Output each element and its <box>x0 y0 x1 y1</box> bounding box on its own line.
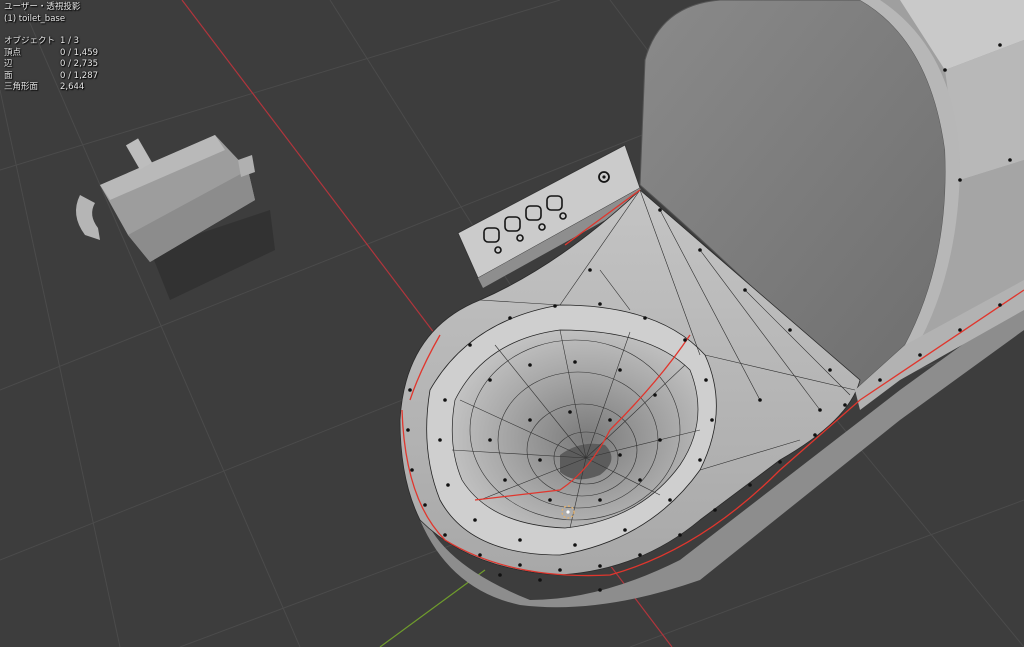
stat-value: 0 / 1,287 <box>60 70 99 81</box>
scene-canvas[interactable] <box>0 0 1024 647</box>
viewport-info-overlay: ユーザー・透視投影 (1) toilet_base オブジェクト 1 / 3 頂… <box>4 2 98 94</box>
3d-viewport[interactable]: ユーザー・透視投影 (1) toilet_base オブジェクト 1 / 3 頂… <box>0 0 1024 647</box>
paper-holder-object[interactable] <box>76 135 275 300</box>
stat-value: 0 / 1,459 <box>60 47 99 58</box>
stat-row-triangles: 三角形面 2,644 <box>4 82 98 94</box>
view-mode-label: ユーザー・透視投影 <box>4 2 81 12</box>
stat-value: 1 / 3 <box>60 36 80 46</box>
active-object-label: (1) toilet_base <box>4 13 66 24</box>
stat-label: 頂点 <box>4 47 22 58</box>
stat-row-objects: オブジェクト 1 / 3 <box>4 36 98 48</box>
stat-value: 0 / 2,735 <box>60 59 99 69</box>
stat-row-faces: 面 0 / 1,287 <box>4 71 98 83</box>
stat-label: 辺 <box>4 59 13 69</box>
stat-label: オブジェクト <box>4 36 56 46</box>
stat-row-vertices: 頂点 0 / 1,459 <box>4 48 98 60</box>
stat-label: 三角形面 <box>4 82 39 92</box>
stat-row-edges: 辺 0 / 2,735 <box>4 59 98 71</box>
stat-label: 面 <box>4 70 13 81</box>
stat-value: 2,644 <box>60 82 85 92</box>
